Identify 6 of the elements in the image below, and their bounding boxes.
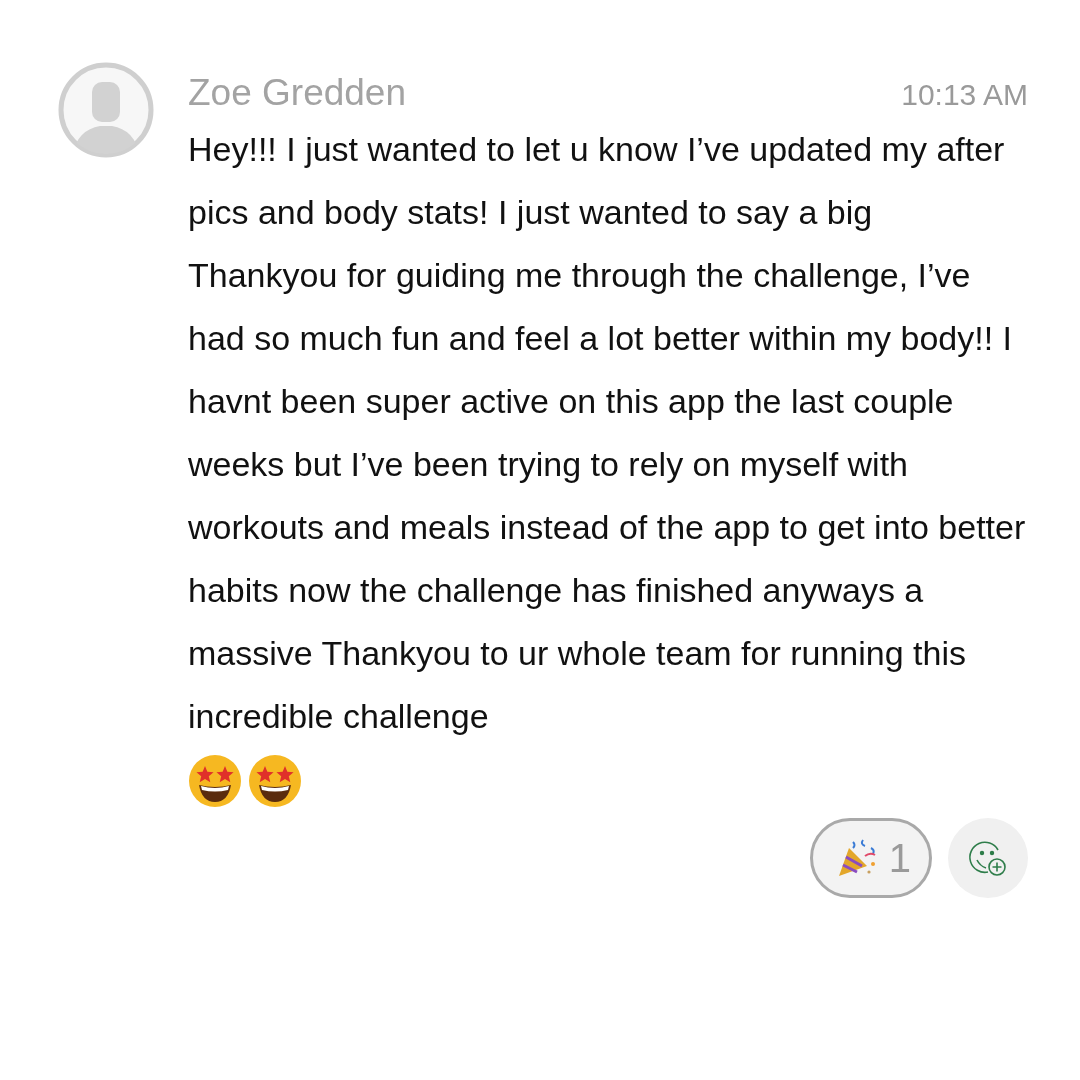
reaction-button[interactable]: 1 [809,818,932,898]
message-time: 10:13 AM [901,78,1028,112]
message-text: Hey!!! I just wanted to let u know I’ve updated my after pics and body stats! I just wanted to say a big Thankyou for guiding me through the challenge, I’ve had so much fun and feel a lot better within my body!! I havnt been super active on this app the last couple weeks but I’ve been trying to rely on myself with workouts and meals instead of the app to get into better habits now the challenge has finished anyways a massive Thankyou to ur whole team for running this incredible challenge [188,129,1027,737]
star-struck-emoji-icon [248,754,302,808]
author-name: Zoe Gredden [188,72,407,114]
star-struck-emoji-icon [188,754,242,808]
